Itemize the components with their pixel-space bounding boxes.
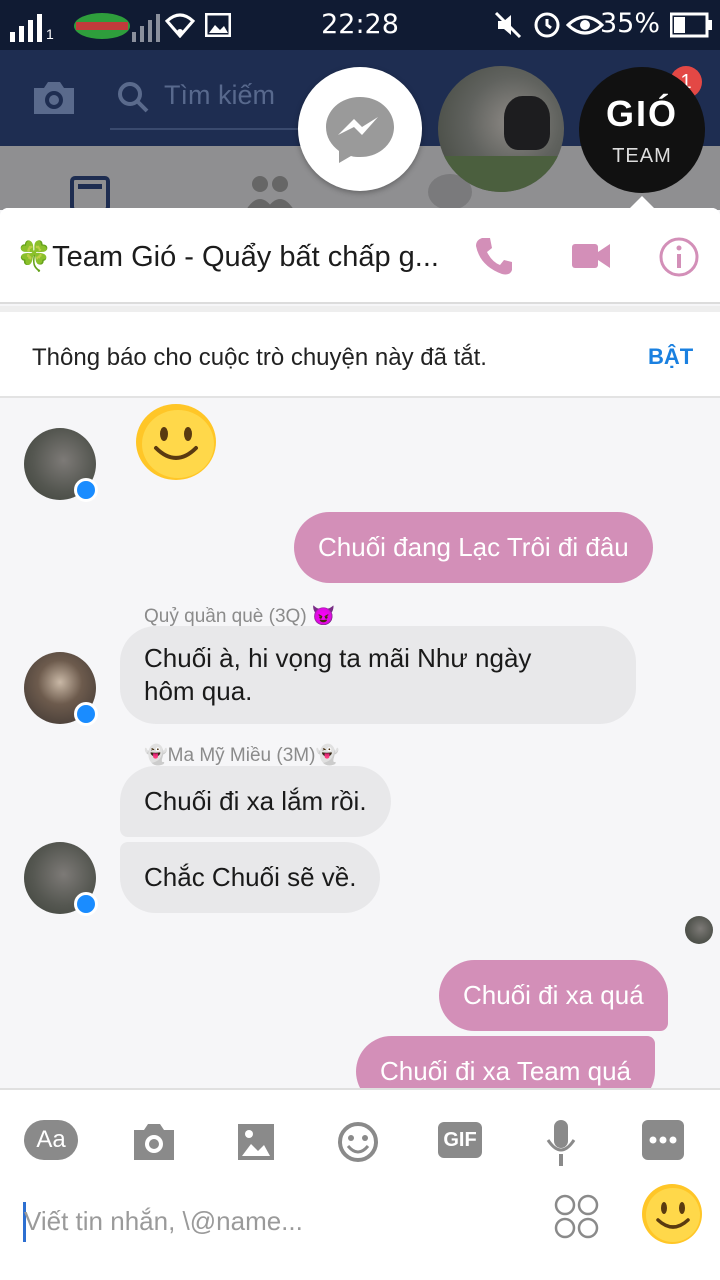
messenger-badge-icon xyxy=(74,478,98,502)
camera-button-icon[interactable] xyxy=(132,1116,192,1168)
newsfeed-tab-icon[interactable] xyxy=(70,176,110,210)
image-button-icon[interactable] xyxy=(236,1116,296,1168)
avatar[interactable] xyxy=(24,842,98,916)
conversation-header: 🍀Team Gió - Quẩy bất chấp g... xyxy=(0,208,720,304)
team-logo-top: GIÓ xyxy=(605,93,678,134)
notification-muted-text: Thông báo cho cuộc trò chuyện này đã tắt… xyxy=(32,344,487,371)
search-input[interactable]: Tìm kiếm xyxy=(164,80,275,111)
message-text-line: Chuối à, hi vọng ta mãi Như ngày xyxy=(144,643,532,673)
turn-on-notifications-button[interactable]: BẬT xyxy=(648,344,693,370)
team-gio-chathead[interactable]: GIÓ TEAM xyxy=(579,67,705,193)
camera-icon[interactable] xyxy=(32,80,76,116)
more-options-button[interactable] xyxy=(642,1120,684,1160)
messenger-icon xyxy=(326,97,394,163)
conversation-panel: 🍀Team Gió - Quẩy bất chấp g... Thông báo… xyxy=(0,208,720,1280)
seen-avatar xyxy=(685,916,713,944)
messenger-badge-icon xyxy=(74,892,98,916)
chathead-photo-shape xyxy=(504,96,550,150)
team-logo-bottom: TEAM xyxy=(612,145,672,167)
message-bubble-incoming[interactable]: Chuối đi xa lắm rồi. xyxy=(120,766,391,837)
stickers-icon[interactable] xyxy=(554,1194,600,1240)
search-icon xyxy=(118,82,149,113)
friends-tab-icon[interactable] xyxy=(244,174,296,210)
message-text-line: hôm qua. xyxy=(144,676,253,706)
status-bar: 1 22:28 35% xyxy=(0,0,720,50)
message-bubble-outgoing[interactable]: Chuối đi xa quá xyxy=(439,960,668,1031)
notification-muted-bar: Thông báo cho cuộc trò chuyện này đã tắt… xyxy=(0,306,720,398)
info-icon[interactable] xyxy=(658,236,700,278)
video-call-icon[interactable] xyxy=(570,240,612,272)
emoji-button-icon[interactable] xyxy=(336,1116,396,1168)
smile-sticker[interactable] xyxy=(134,402,220,484)
message-bubble-incoming[interactable]: Chuối à, hi vọng ta mãi Như ngày hôm qua… xyxy=(120,626,636,724)
sender-name: 👻Ma Mỹ Miều (3M)👻 xyxy=(144,745,340,766)
battery-icon xyxy=(670,12,712,38)
conversation-title[interactable]: 🍀Team Gió - Quẩy bất chấp g... xyxy=(16,240,439,274)
user-chathead[interactable] xyxy=(438,66,564,192)
more-dots-icon xyxy=(649,1136,677,1144)
battery-percent: 35% xyxy=(599,8,660,39)
message-input[interactable]: Viết tin nhắn, \@name... xyxy=(24,1206,303,1237)
like-emoji-button-icon[interactable] xyxy=(640,1182,704,1246)
mute-icon xyxy=(494,11,522,39)
text-format-button[interactable]: Aa xyxy=(24,1120,78,1160)
message-bubble-outgoing[interactable]: Chuối đang Lạc Trôi đi đâu xyxy=(294,512,653,583)
chathead-photo-ground xyxy=(438,156,564,192)
avatar[interactable] xyxy=(24,428,98,502)
phone-icon[interactable] xyxy=(474,236,514,276)
avatar[interactable] xyxy=(24,652,98,726)
sender-name: Quỷ quần què (3Q) 😈 xyxy=(144,606,336,627)
gif-button[interactable]: GIF xyxy=(438,1122,482,1158)
alarm-icon xyxy=(534,12,560,38)
messenger-badge-icon xyxy=(74,702,98,726)
message-bubble-incoming[interactable]: Chắc Chuối sẽ về. xyxy=(120,842,381,913)
eye-icon xyxy=(566,15,604,35)
messenger-chathead[interactable] xyxy=(298,67,422,191)
microphone-icon[interactable] xyxy=(546,1116,606,1168)
message-composer: Aa GIF Viết tin nhắn, \@name... xyxy=(0,1088,720,1280)
